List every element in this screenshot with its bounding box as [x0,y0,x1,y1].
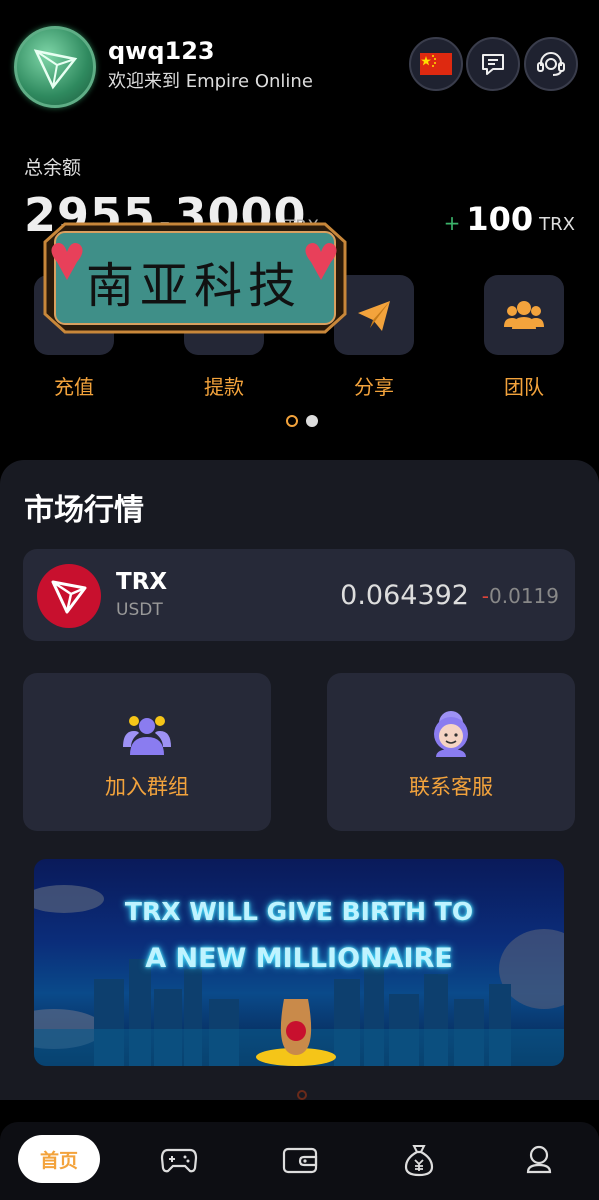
nav-profile[interactable] [519,1142,559,1178]
price: 0.064392 [340,580,469,611]
welcome-text: 欢迎来到 Empire Online [108,71,313,92]
share-label: 分享 [354,375,394,399]
nav-games[interactable] [159,1142,199,1178]
nav-finance[interactable] [399,1142,439,1178]
user-avatar[interactable] [14,26,96,108]
change-value: 0.0119 [489,584,559,608]
join-group-card[interactable]: 加入群组 [23,673,271,831]
watermark-badge: 南亚科技 [35,222,353,334]
tron-logo-icon [33,49,78,90]
price-change: -0.0119 [482,584,559,608]
bottom-nav: 首页 [0,1122,599,1200]
withdraw-label: 提款 [204,375,244,399]
join-group-label: 加入群组 [105,775,189,799]
deposit-label: 充值 [54,375,94,399]
messages-button[interactable] [466,37,520,91]
nav-home[interactable]: 首页 [18,1135,100,1183]
change-sign: - [481,584,490,608]
support-button[interactable] [524,37,578,91]
message-icon [482,54,504,75]
bonus-unit: TRX [539,214,575,235]
bonus-sign: + [443,211,461,235]
promo-banner[interactable]: TRX WILL GIVE BIRTH TO A NEW MILLIONAIRE [34,859,564,1066]
watermark-text: 南亚科技 [85,258,302,314]
trx-ticker-row[interactable]: TRX USDT 0.064392 -0.0119 [23,549,575,641]
market-title: 市场行情 [24,493,144,528]
language-button[interactable] [409,37,463,91]
money-bag-icon [404,1145,434,1177]
carousel-dots[interactable] [286,415,318,427]
balance-label: 总余额 [24,157,82,179]
team-action[interactable]: 团队 [484,275,564,400]
pair-base: TRX [116,569,168,595]
carousel-dot[interactable] [306,415,318,427]
carousel-dot-active[interactable] [286,415,298,427]
bonus-value: 100 [466,200,534,238]
group-icon [123,716,171,755]
team-icon-box[interactable] [484,275,564,355]
pair-quote: USDT [116,600,163,620]
tron-icon [51,580,87,614]
contact-support-label: 联系客服 [409,775,493,799]
team-icon [504,301,544,329]
paper-plane-icon [358,301,390,331]
nav-wallet[interactable] [280,1142,320,1178]
contact-support-card[interactable]: 联系客服 [327,673,575,831]
banner-line-2: A NEW MILLIONAIRE [145,943,453,974]
banner-pagination-dot[interactable] [297,1090,307,1100]
customer-service-icon-wrap [327,707,575,759]
username: qwq123 [108,37,215,65]
banner-line-1: TRX WILL GIVE BIRTH TO [124,897,474,926]
china-flag-icon [420,53,452,75]
support-headset-icon [537,52,565,76]
app-header: qwq123 欢迎来到 Empire Online [0,0,599,130]
bonus-amount: + 100 TRX [444,200,575,238]
gamepad-icon [160,1148,198,1173]
customer-service-icon [434,711,468,757]
trx-coin-icon [37,564,101,628]
team-label: 团队 [504,375,544,399]
group-icon-wrap [23,713,271,757]
wallet-icon [282,1147,318,1174]
profile-icon [526,1145,552,1174]
